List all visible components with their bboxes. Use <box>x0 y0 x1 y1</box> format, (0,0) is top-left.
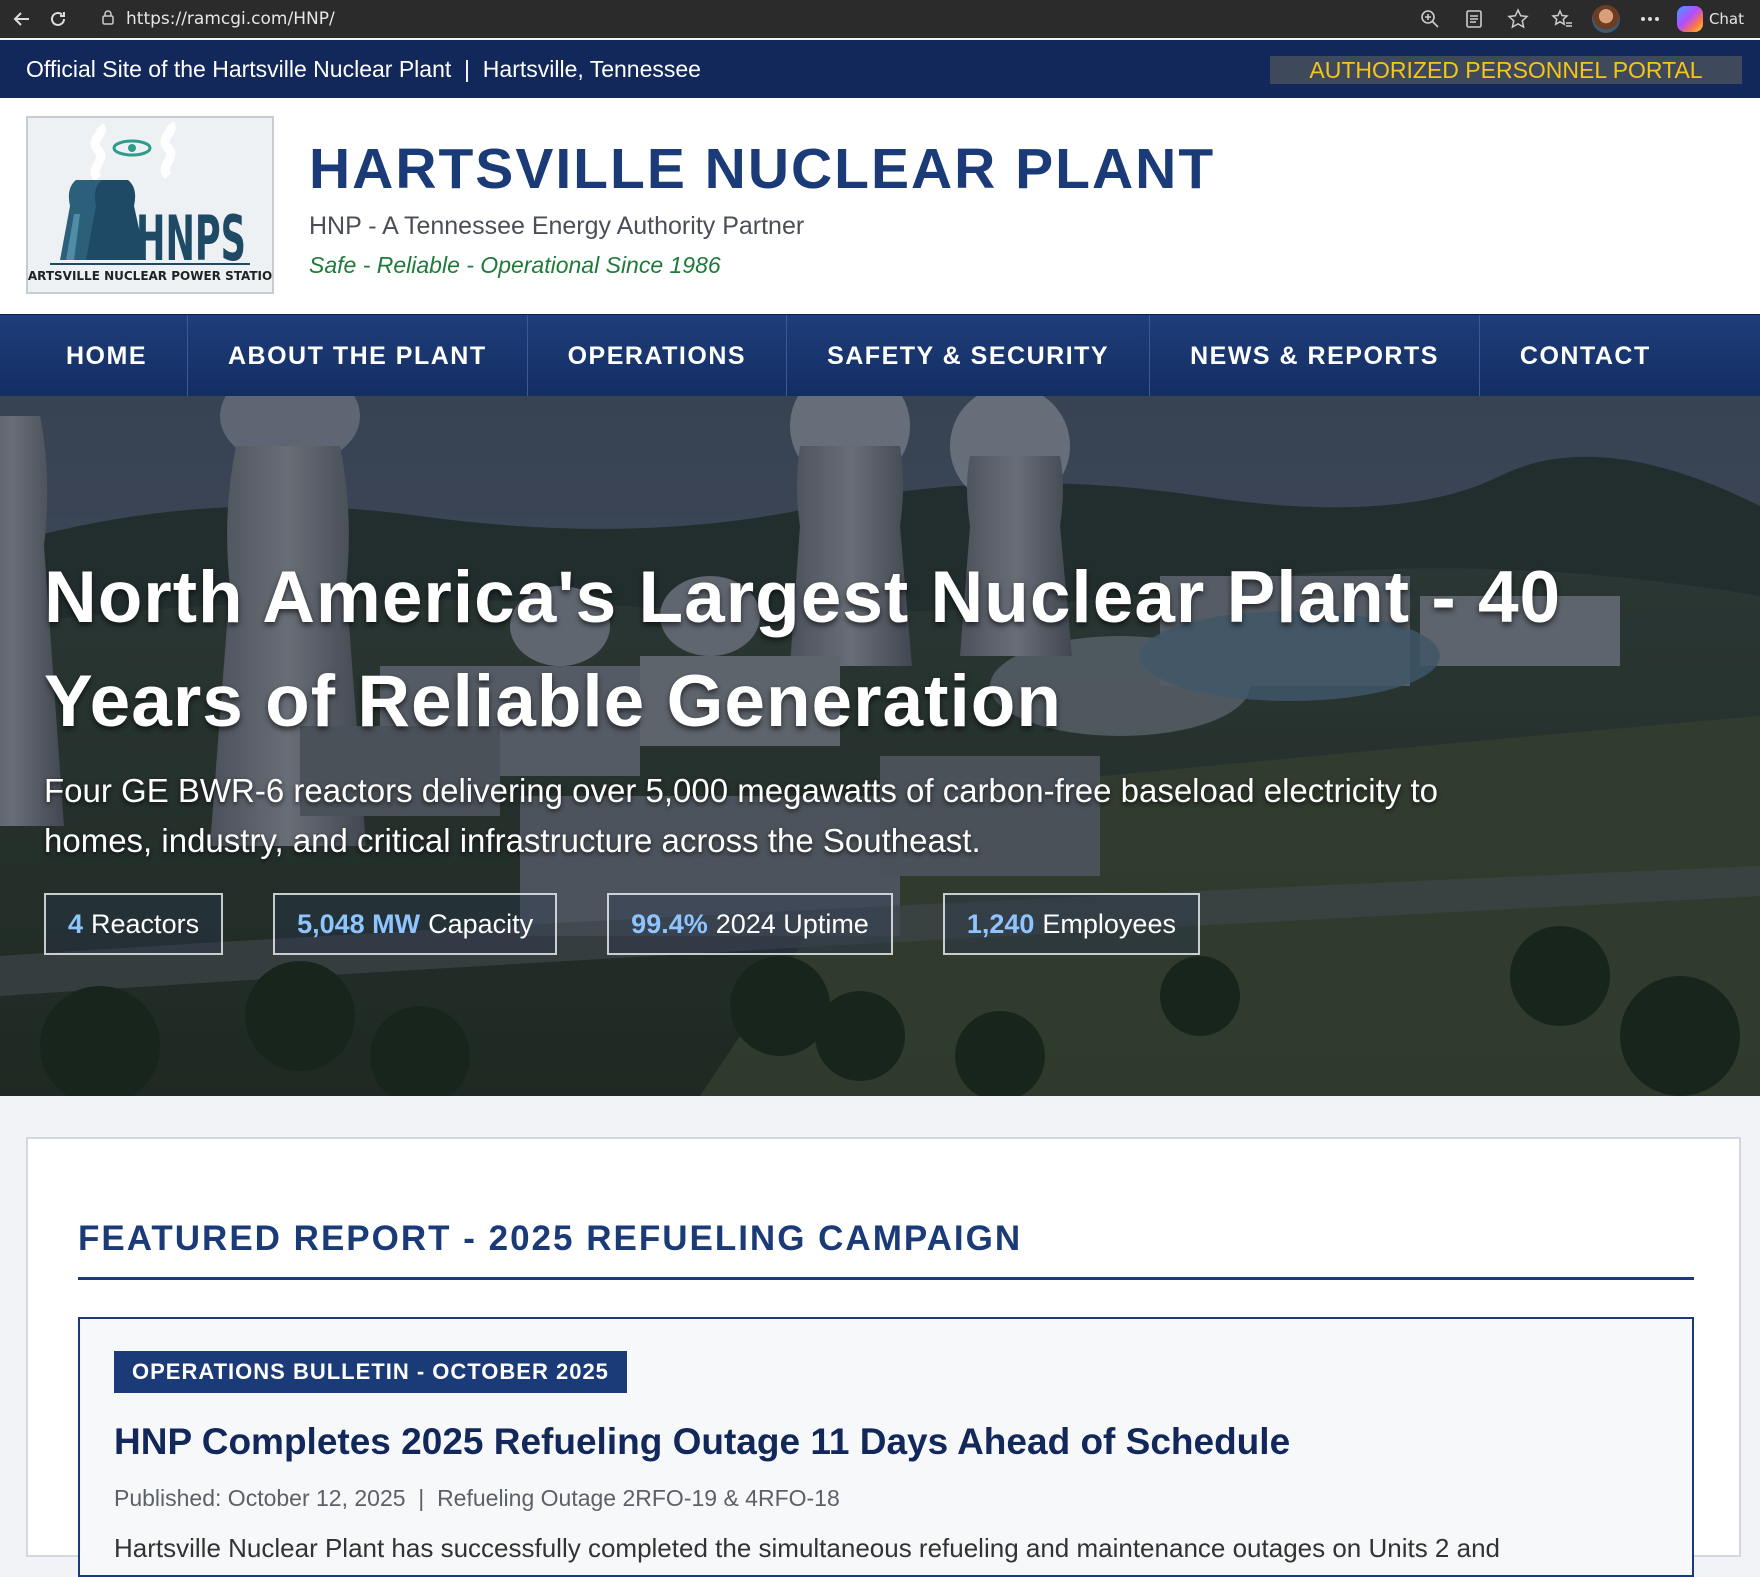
stat-employees: 1,240 Employees <box>942 893 1200 955</box>
hero-headline: North America's Largest Nuclear Plant - … <box>44 557 1562 742</box>
bulletin-headline[interactable]: HNP Completes 2025 Refueling Outage 11 D… <box>114 1421 1290 1463</box>
favorites-list-icon[interactable] <box>1545 2 1579 36</box>
nav-home[interactable]: HOME <box>0 315 188 397</box>
site-logo[interactable]: HNPS HARTSVILLE NUCLEAR POWER STATION <box>18 116 282 294</box>
zoom-icon[interactable] <box>1413 2 1447 36</box>
bulletin-meta: Published: October 12, 2025 | Refueling … <box>114 1485 840 1511</box>
hero-description: Four GE BWR-6 reactors delivering over 5… <box>44 772 1438 859</box>
site-title: HARTSVILLE NUCLEAR PLANT <box>309 137 1216 201</box>
stat-reactors: 4 Reactors <box>44 893 224 955</box>
nav-safety-security[interactable]: SAFETY & SECURITY <box>787 315 1151 397</box>
address-bar[interactable]: https://ramcgi.com/HNP/ <box>90 4 1520 34</box>
logo-subtext: HARTSVILLE NUCLEAR POWER STATION <box>28 269 272 283</box>
profile-avatar[interactable] <box>1589 2 1623 36</box>
hero-banner: North America's Largest Nuclear Plant - … <box>0 396 1760 1096</box>
site-subtitle: HNP - A Tennessee Energy Authority Partn… <box>309 212 805 240</box>
authorized-portal-link[interactable]: AUTHORIZED PERSONNEL PORTAL <box>1270 56 1742 84</box>
browser-toolbar: https://ramcgi.com/HNP/ Chat <box>0 0 1760 38</box>
nav-contact[interactable]: CONTACT <box>1480 315 1691 397</box>
featured-report-section: FEATURED REPORT - 2025 REFUELING CAMPAIG… <box>26 1137 1741 1577</box>
nav-operations[interactable]: OPERATIONS <box>528 315 788 397</box>
bulletin-badge: OPERATIONS BULLETIN - OCTOBER 2025 <box>114 1351 627 1393</box>
featured-section-title: FEATURED REPORT - 2025 REFUELING CAMPAIG… <box>78 1219 1023 1258</box>
nav-about-the-plant[interactable]: ABOUT THE PLANT <box>188 315 528 397</box>
copilot-chat-button[interactable]: Chat <box>1676 6 1744 32</box>
stat-capacity: 5,048 MW Capacity <box>273 893 558 955</box>
bulletin-card: OPERATIONS BULLETIN - OCTOBER 2025 HNP C… <box>78 1317 1694 1577</box>
chat-label: Chat <box>1708 10 1744 28</box>
copilot-icon <box>1676 6 1703 32</box>
url-text: https://ramcgi.com/HNP/ <box>126 9 335 29</box>
stat-uptime: 99.4% 2024 Uptime <box>607 893 893 955</box>
back-arrow-icon[interactable] <box>8 5 36 33</box>
reader-view-icon[interactable] <box>1457 2 1491 36</box>
site-header: HNPS HARTSVILLE NUCLEAR POWER STATION HA… <box>0 98 1760 314</box>
section-divider <box>78 1277 1694 1280</box>
more-menu-icon[interactable] <box>1633 2 1667 36</box>
favorite-star-icon[interactable] <box>1501 2 1535 36</box>
refresh-icon[interactable] <box>44 5 72 33</box>
site-location-text: Official Site of the Hartsville Nuclear … <box>26 55 701 82</box>
bulletin-body: Hartsville Nuclear Plant has successfull… <box>114 1533 1500 1563</box>
top-info-strip: Official Site of the Hartsville Nuclear … <box>0 40 1760 98</box>
main-navigation: HOME ABOUT THE PLANT OPERATIONS SAFETY &… <box>0 314 1760 397</box>
site-tagline: Safe - Reliable - Operational Since 1986 <box>309 252 721 278</box>
hero-stats: 4 Reactors 5,048 MW Capacity 99.4% 2024 Upt… <box>44 893 1200 955</box>
site-info-icon[interactable] <box>100 9 116 30</box>
nav-news-reports[interactable]: NEWS & REPORTS <box>1150 315 1480 397</box>
